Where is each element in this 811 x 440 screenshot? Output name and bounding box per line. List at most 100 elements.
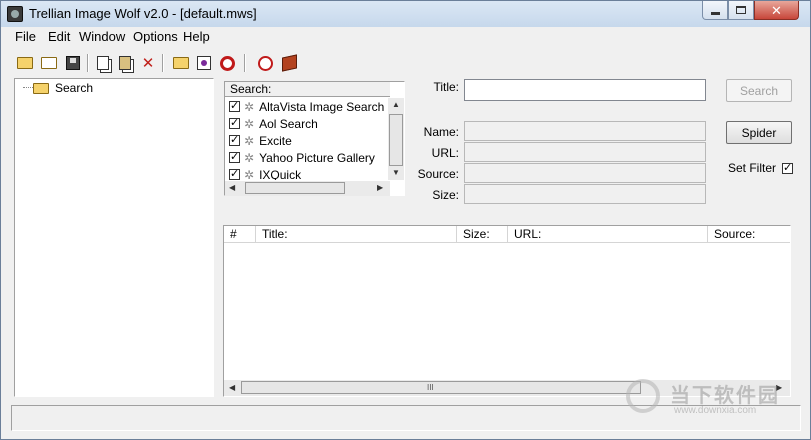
- toolbar-separator: [244, 54, 246, 72]
- watermark-url: www.downxia.com: [674, 405, 757, 416]
- folder-icon: [33, 82, 49, 94]
- engine-checkbox[interactable]: [229, 133, 240, 146]
- target-button[interactable]: [217, 53, 237, 73]
- maximize-icon: [736, 6, 746, 14]
- engine-checkbox[interactable]: [229, 167, 240, 180]
- source-label: Source:: [417, 167, 459, 181]
- close-button[interactable]: ✕: [754, 1, 799, 20]
- tree-node-label: Search: [55, 81, 94, 95]
- watermark-text: 当下软件园: [670, 385, 780, 407]
- folder-button[interactable]: [171, 53, 191, 73]
- spider-button[interactable]: Spider: [726, 121, 792, 144]
- app-logo-icon: [7, 6, 23, 22]
- engine-label: IXQuick: [259, 167, 302, 181]
- search-tree-panel[interactable]: Search: [14, 78, 214, 397]
- list-item[interactable]: ✲ Aol Search: [225, 115, 390, 132]
- gear-icon: ✲: [244, 133, 255, 148]
- new-folder-icon: [17, 57, 33, 69]
- title-label: Title:: [433, 80, 459, 94]
- folder-icon: [173, 57, 189, 69]
- minimize-button[interactable]: [702, 1, 728, 20]
- save-icon: [66, 56, 80, 70]
- column-header-number[interactable]: #: [224, 226, 256, 243]
- app-window: Trellian Image Wolf v2.0 - [default.mws]…: [0, 0, 811, 440]
- engine-label: Aol Search: [259, 116, 318, 131]
- watermark: 当下软件园 www.downxia.com: [626, 379, 796, 421]
- name-label: Name:: [423, 125, 459, 139]
- clock-icon: [257, 55, 273, 71]
- open-folder-button[interactable]: [39, 53, 59, 73]
- gear-icon: ✲: [244, 99, 255, 114]
- column-header-source[interactable]: Source:: [708, 226, 790, 243]
- engine-label: Yahoo Picture Gallery: [259, 150, 375, 165]
- scroll-left-icon[interactable]: ◀: [229, 183, 235, 192]
- title-bar[interactable]: Trellian Image Wolf v2.0 - [default.mws]…: [1, 1, 810, 27]
- source-field: [464, 163, 706, 183]
- open-folder-icon: [41, 57, 57, 69]
- size-field: [464, 184, 706, 204]
- url-label: URL:: [431, 146, 459, 160]
- column-header-size[interactable]: Size:: [457, 226, 508, 243]
- maximize-button[interactable]: [728, 1, 754, 20]
- engine-checkbox[interactable]: [229, 99, 240, 112]
- engine-label: AltaVista Image Search: [259, 99, 385, 114]
- menu-window[interactable]: Window: [79, 29, 125, 44]
- list-item[interactable]: ✲ AltaVista Image Search: [225, 98, 390, 115]
- copy-button[interactable]: [93, 53, 113, 73]
- toolbar-separator: [87, 54, 89, 72]
- scroll-grip-icon: III: [427, 383, 434, 392]
- menu-edit[interactable]: Edit: [48, 29, 70, 44]
- close-icon: ✕: [771, 2, 782, 18]
- engine-rows: ✲ AltaVista Image Search ✲ Aol Search ✲ Exc…: [225, 98, 390, 180]
- watermark-logo-icon: [626, 379, 660, 413]
- book-icon: [281, 54, 297, 72]
- list-item[interactable]: ✲ Excite: [225, 132, 390, 149]
- book-button[interactable]: [279, 53, 299, 73]
- paste-button[interactable]: [115, 53, 135, 73]
- scroll-up-icon[interactable]: ▲: [392, 100, 400, 109]
- set-filter-label: Set Filter: [728, 161, 777, 175]
- scroll-thumb[interactable]: [245, 182, 345, 194]
- paste-icon: [119, 56, 131, 70]
- toolbar: ✕: [1, 49, 810, 77]
- results-table: # Title: Size: URL: Source: ◀ III ▶: [223, 225, 791, 397]
- title-input[interactable]: [464, 79, 706, 101]
- new-folder-button[interactable]: [15, 53, 35, 73]
- engine-checkbox[interactable]: [229, 150, 240, 163]
- target-icon: [219, 55, 235, 71]
- size-label: Size:: [432, 188, 459, 202]
- window-title: Trellian Image Wolf v2.0 - [default.mws]: [29, 6, 257, 21]
- url-field: [464, 142, 706, 162]
- properties-icon: [197, 56, 211, 70]
- search-button[interactable]: Search: [726, 79, 792, 102]
- delete-button[interactable]: ✕: [138, 53, 158, 73]
- list-item[interactable]: ✲ IXQuick: [225, 166, 390, 180]
- scroll-thumb[interactable]: [241, 381, 641, 394]
- engine-checkbox[interactable]: [229, 116, 240, 129]
- menu-bar: File Edit Window Options Help: [1, 27, 810, 47]
- menu-file[interactable]: File: [15, 29, 36, 44]
- engine-label: Excite: [259, 133, 292, 148]
- menu-options[interactable]: Options: [133, 29, 178, 44]
- list-item[interactable]: ✲ Yahoo Picture Gallery: [225, 149, 390, 166]
- column-header-url[interactable]: URL:: [508, 226, 708, 243]
- column-header-title[interactable]: Title:: [256, 226, 457, 243]
- gear-icon: ✲: [244, 150, 255, 165]
- toolbar-separator: [162, 54, 164, 72]
- menu-help[interactable]: Help: [183, 29, 210, 44]
- properties-button[interactable]: [194, 53, 214, 73]
- scroll-left-icon[interactable]: ◀: [229, 383, 235, 392]
- engine-horizontal-scrollbar[interactable]: ◀ ▶: [225, 181, 390, 196]
- minimize-icon: [710, 12, 720, 15]
- name-field: [464, 121, 706, 141]
- engine-list-header[interactable]: Search:: [225, 82, 390, 97]
- scroll-right-icon[interactable]: ▶: [377, 183, 383, 192]
- schedule-button[interactable]: [255, 53, 275, 73]
- save-button[interactable]: [63, 53, 83, 73]
- gear-icon: ✲: [244, 116, 255, 131]
- gear-icon: ✲: [244, 167, 255, 181]
- copy-icon: [97, 56, 109, 70]
- tree-node-search[interactable]: Search: [33, 81, 93, 95]
- search-engine-list: Search: ✲ AltaVista Image Search ✲ Aol Sea…: [224, 81, 405, 196]
- set-filter-checkbox[interactable]: [782, 161, 793, 174]
